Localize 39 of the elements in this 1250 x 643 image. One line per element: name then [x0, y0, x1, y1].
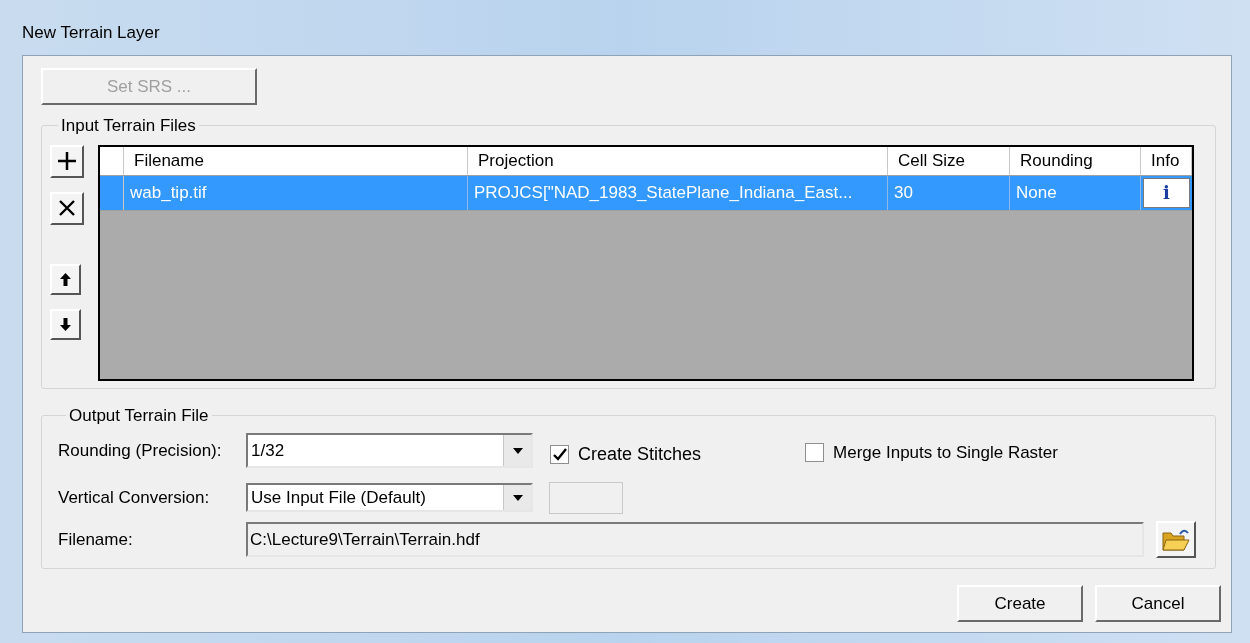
folder-icon: [1162, 527, 1190, 552]
caret-icon: [512, 447, 523, 454]
down-arrow-icon: [60, 317, 71, 331]
table-cell: PROJCS["NAD_1983_StatePlane_Indiana_East...: [468, 175, 888, 210]
checkbox-label: Merge Inputs to Single Raster: [833, 441, 1058, 464]
checkbox[interactable]: [805, 443, 825, 462]
column-header[interactable]: Rounding: [1010, 146, 1141, 175]
rounding-dropdown[interactable]: 1/32: [246, 433, 533, 468]
plus-icon: [57, 151, 77, 171]
dialog-button[interactable]: Cancel: [1095, 585, 1221, 622]
column-header[interactable]: Info: [1141, 146, 1192, 175]
checkbox-label: Create Stitches: [578, 443, 702, 466]
column-header[interactable]: Cell Size: [888, 146, 1010, 175]
column-header[interactable]: Filename: [124, 146, 468, 175]
field-label: Filename:: [58, 528, 134, 551]
add-button[interactable]: [50, 144, 84, 178]
dialog-button[interactable]: Create: [957, 585, 1083, 622]
filename-field[interactable]: C:\Lecture9\Terrain\Terrain.hdf: [246, 522, 1144, 557]
up-arrow-icon: [60, 272, 71, 286]
group-title: Output Terrain File: [68, 405, 210, 427]
move-up-button[interactable]: [50, 263, 81, 295]
input-field[interactable]: [549, 481, 623, 514]
table-cell: None: [1010, 175, 1141, 210]
field-label: Vertical Conversion:: [58, 486, 211, 509]
browse-button[interactable]: [1156, 521, 1196, 558]
window-title: New Terrain Layer: [22, 23, 160, 42]
remove-button[interactable]: [50, 191, 84, 225]
table-row[interactable]: wab_tip.tif PROJCS["NAD_1983_StatePlane_Indiana_East... 30 None i: [100, 175, 1192, 211]
table-cell: 30: [888, 175, 1010, 210]
checkbox[interactable]: [550, 445, 569, 464]
info-button[interactable]: i: [1143, 177, 1190, 208]
caret-icon: [512, 494, 523, 501]
table-cell: wab_tip.tif: [124, 175, 468, 210]
column-header[interactable]: Projection: [468, 146, 888, 175]
field-label: Rounding (Precision):: [58, 439, 223, 462]
group-title: Input Terrain Files: [60, 115, 197, 137]
move-down-button[interactable]: [50, 308, 81, 340]
close-icon: [58, 199, 76, 217]
vertical-conversion-dropdown[interactable]: Use Input File (Default): [246, 483, 533, 512]
